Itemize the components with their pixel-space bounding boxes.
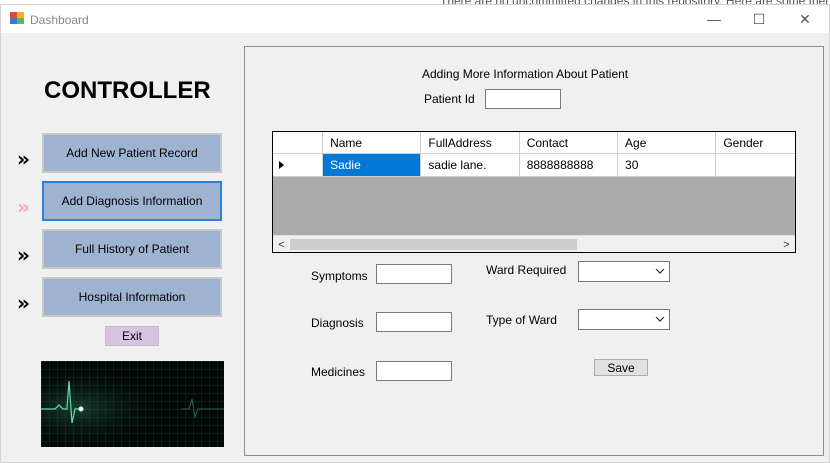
minimize-button[interactable]: —: [691, 5, 737, 33]
patient-data-grid[interactable]: Name FullAddress Contact Age Gender Sadi…: [272, 131, 796, 253]
cell-contact[interactable]: 8888888888: [519, 154, 619, 177]
maximize-icon: ☐: [752, 10, 766, 27]
chevron-down-icon: [655, 316, 665, 322]
diagnosis-input[interactable]: [376, 312, 452, 332]
chevron-icon: »: [17, 147, 30, 171]
scroll-left-icon[interactable]: <: [273, 236, 290, 252]
chevron-icon: »: [17, 291, 30, 315]
symptoms-label: Symptoms: [311, 269, 368, 283]
window-title: Dashboard: [30, 13, 89, 27]
row-selector[interactable]: [273, 154, 324, 177]
medicines-input[interactable]: [376, 361, 452, 381]
column-header-age[interactable]: Age: [618, 132, 717, 154]
title-bar[interactable]: Dashboard — ☐ ✕: [1, 5, 829, 33]
nav-button-label: Add New Patient Record: [66, 146, 198, 160]
add-new-patient-record-button[interactable]: Add New Patient Record: [42, 133, 222, 173]
grid-header-row: Name FullAddress Contact Age Gender: [273, 132, 795, 154]
horizontal-scrollbar[interactable]: < >: [273, 235, 795, 252]
cell-age[interactable]: 30: [618, 154, 717, 177]
cell-fulladdress[interactable]: sadie lane.: [421, 154, 520, 177]
exit-button-label: Exit: [121, 329, 142, 343]
type-of-ward-dropdown[interactable]: [578, 309, 670, 330]
medicines-label: Medicines: [311, 365, 366, 379]
add-diagnosis-information-button[interactable]: Add Diagnosis Information: [42, 181, 222, 221]
column-header-contact[interactable]: Contact: [519, 132, 619, 154]
cell-gender[interactable]: [716, 154, 795, 177]
current-row-arrow-icon: [279, 161, 284, 169]
nav-button-label: Hospital Information: [78, 290, 186, 304]
active-chevron-icon: »: [17, 195, 30, 219]
maximize-button[interactable]: ☐: [736, 5, 782, 33]
scrollbar-thumb[interactable]: [290, 239, 577, 250]
controller-heading: CONTROLLER: [44, 77, 211, 104]
save-button[interactable]: Save: [594, 359, 648, 376]
nav-button-label: Full History of Patient: [74, 242, 190, 256]
nav-button-label: Add Diagnosis Information: [61, 194, 203, 208]
diagnosis-panel: Adding More Information About Patient Pa…: [244, 46, 824, 456]
scroll-right-icon[interactable]: >: [778, 236, 795, 252]
ward-required-dropdown[interactable]: [578, 261, 670, 282]
dashboard-window: Dashboard — ☐ ✕ CONTROLLER » Add New Pat…: [0, 4, 830, 463]
minimize-icon: —: [707, 11, 721, 27]
hospital-information-button[interactable]: Hospital Information: [42, 277, 222, 317]
row-header-corner: [273, 132, 324, 154]
app-icon: [10, 12, 24, 24]
cell-name[interactable]: Sadie: [323, 154, 422, 177]
close-icon: ✕: [799, 10, 811, 27]
exit-button[interactable]: Exit: [105, 326, 159, 346]
close-button[interactable]: ✕: [782, 5, 828, 33]
panel-heading: Adding More Information About Patient: [422, 67, 629, 81]
column-header-name[interactable]: Name: [323, 132, 422, 154]
full-history-of-patient-button[interactable]: Full History of Patient: [42, 229, 222, 269]
patient-id-label: Patient Id: [424, 92, 475, 106]
heartbeat-monitor-image: [41, 361, 224, 447]
diagnosis-label: Diagnosis: [311, 316, 364, 330]
ward-required-label: Ward Required: [486, 263, 567, 277]
save-button-label: Save: [607, 360, 635, 375]
chevron-icon: »: [17, 243, 30, 267]
chevron-down-icon: [655, 268, 665, 274]
column-header-fulladdress[interactable]: FullAddress: [421, 132, 520, 154]
table-row[interactable]: Sadie sadie lane. 8888888888 30: [273, 154, 795, 177]
patient-id-input[interactable]: [485, 89, 561, 109]
symptoms-input[interactable]: [376, 264, 452, 284]
type-of-ward-label: Type of Ward: [486, 313, 557, 327]
column-header-gender[interactable]: Gender: [716, 132, 795, 154]
